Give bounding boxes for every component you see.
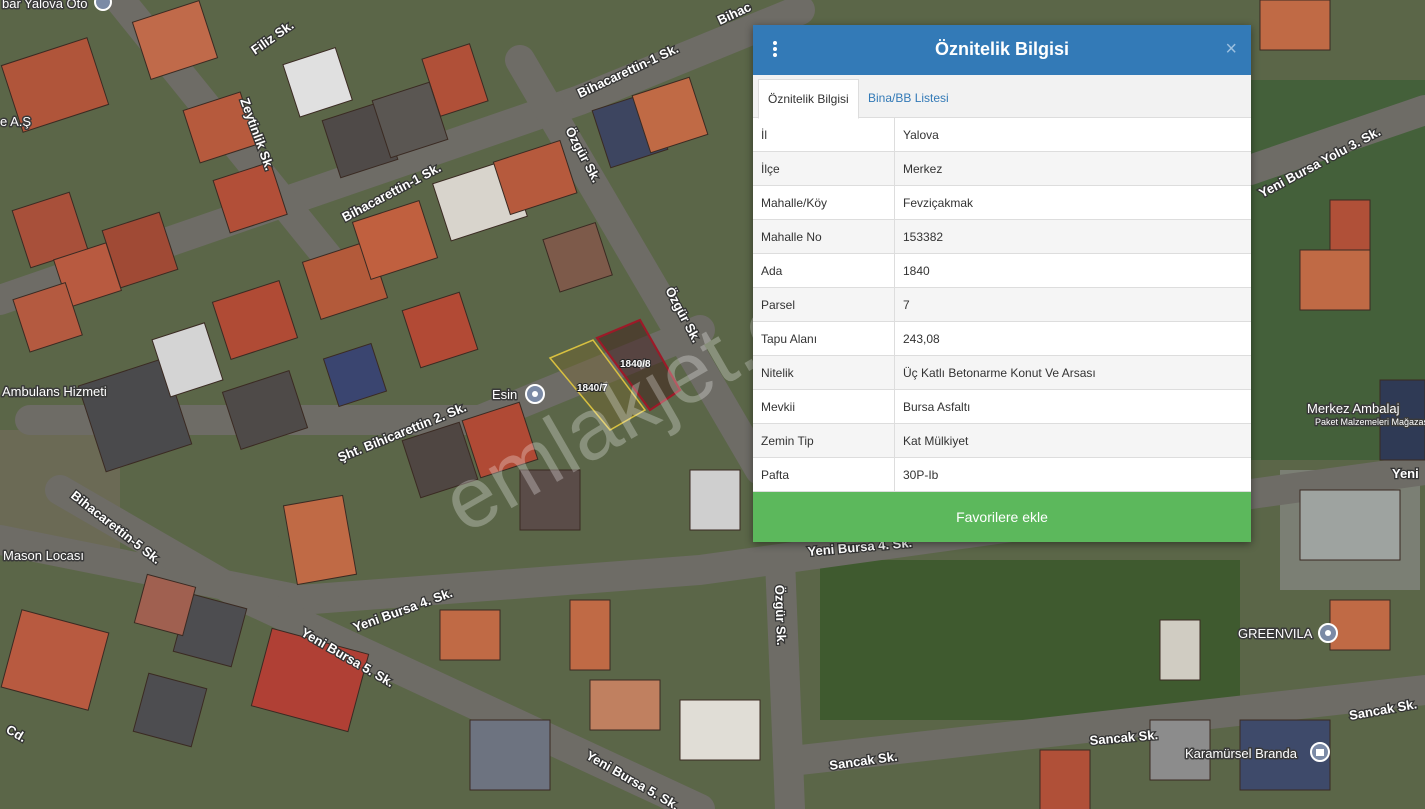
attribute-value: Kat Mülkiyet bbox=[894, 423, 1251, 458]
place-label: e A.Ş bbox=[0, 114, 31, 129]
attribute-table: İl Yalova İlçe Merkez Mahalle/Köy Fevziçakm… bbox=[753, 118, 1251, 492]
attribute-key: İl bbox=[753, 118, 895, 152]
attribute-value: 243,08 bbox=[894, 321, 1251, 356]
attribute-value: Merkez bbox=[894, 151, 1251, 186]
attribute-key: Zemin Tip bbox=[753, 423, 895, 458]
attribute-value: Bursa Asfaltı bbox=[894, 389, 1251, 424]
place-label: GREENVILA bbox=[1238, 626, 1313, 641]
table-row: Mevkii Bursa Asfaltı bbox=[753, 389, 1251, 424]
table-row: Mahalle/Köy Fevziçakmak bbox=[753, 185, 1251, 220]
panel-header: Öznitelik Bilgisi × bbox=[753, 25, 1251, 75]
place-pin-icon[interactable] bbox=[1318, 623, 1338, 643]
attribute-panel: Öznitelik Bilgisi × Öznitelik Bilgisi Bi… bbox=[753, 25, 1251, 542]
place-label: Esin bbox=[492, 387, 517, 402]
attribute-key: Nitelik bbox=[753, 355, 895, 390]
tab-building-list[interactable]: Bina/BB Listesi bbox=[859, 79, 958, 117]
table-row: Pafta 30P-Ib bbox=[753, 457, 1251, 492]
attribute-value: 7 bbox=[894, 287, 1251, 322]
table-row: Parsel 7 bbox=[753, 287, 1251, 322]
panel-title: Öznitelik Bilgisi bbox=[934, 39, 1070, 59]
attribute-value: 153382 bbox=[894, 219, 1251, 254]
place-label: Mason Locası bbox=[3, 548, 84, 563]
table-row: İlçe Merkez bbox=[753, 151, 1251, 186]
table-row: Ada 1840 bbox=[753, 253, 1251, 288]
attribute-key: Mahalle No bbox=[753, 219, 895, 254]
place-pin-icon[interactable] bbox=[525, 384, 545, 404]
add-to-favorites-button[interactable]: Favorilere ekle bbox=[753, 492, 1251, 542]
close-icon[interactable]: × bbox=[1225, 38, 1237, 61]
place-label: Ambulans Hizmeti bbox=[2, 384, 107, 399]
attribute-key: Pafta bbox=[753, 457, 895, 492]
attribute-key: Parsel bbox=[753, 287, 895, 322]
place-pin-icon[interactable] bbox=[94, 0, 112, 11]
attribute-value: Fevziçakmak bbox=[894, 185, 1251, 220]
attribute-value: 1840 bbox=[894, 253, 1251, 288]
place-label: Karamürsel Branda bbox=[1185, 746, 1298, 761]
attribute-key: Ada bbox=[753, 253, 895, 288]
table-row: İl Yalova bbox=[753, 118, 1251, 152]
shopping-pin-icon[interactable] bbox=[1310, 742, 1330, 762]
place-label: bar Yalova Oto bbox=[2, 0, 88, 11]
attribute-value: Üç Katlı Betonarme Konut Ve Arsası bbox=[894, 355, 1251, 390]
street-label: Özgür Sk. bbox=[772, 585, 789, 646]
table-row: Mahalle No 153382 bbox=[753, 219, 1251, 254]
table-row: Zemin Tip Kat Mülkiyet bbox=[753, 423, 1251, 458]
attribute-value: Yalova bbox=[894, 118, 1251, 152]
panel-tabs: Öznitelik Bilgisi Bina/BB Listesi bbox=[753, 75, 1251, 119]
place-label: Paket Malzemeleri Mağazası bbox=[1315, 417, 1425, 427]
table-row: Nitelik Üç Katlı Betonarme Konut Ve Arsas… bbox=[753, 355, 1251, 390]
table-row: Tapu Alanı 243,08 bbox=[753, 321, 1251, 356]
street-label: Yeni bbox=[1392, 466, 1419, 481]
attribute-key: İlçe bbox=[753, 151, 895, 186]
attribute-key: Tapu Alanı bbox=[753, 321, 895, 356]
place-label: Merkez Ambalaj bbox=[1307, 401, 1400, 416]
attribute-key: Mevkii bbox=[753, 389, 895, 424]
tab-attribute-info[interactable]: Öznitelik Bilgisi bbox=[758, 79, 859, 119]
attribute-key: Mahalle/Köy bbox=[753, 185, 895, 220]
attribute-value: 30P-Ib bbox=[894, 457, 1251, 492]
